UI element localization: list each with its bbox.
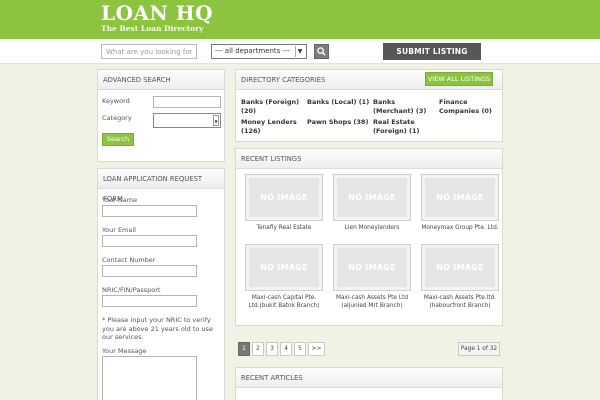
search-input[interactable]	[101, 44, 197, 59]
no-image-placeholder: NO IMAGE	[337, 178, 407, 217]
category-line: Banks (Foreign)	[241, 98, 300, 106]
listing-thumbnail: NO IMAGE	[245, 244, 323, 291]
page-link-2[interactable]: 2	[252, 342, 264, 356]
category-label: Category	[102, 114, 132, 122]
listing-name-line: Ltd.(bukit Batok Branch)	[248, 302, 320, 309]
chevron-down-icon: ▼	[295, 46, 304, 57]
listing-thumbnail: NO IMAGE	[421, 174, 499, 221]
view-all-listings-button[interactable]: VIEW ALL LISTINGS	[425, 72, 493, 86]
recent-articles-panel: RECENT ARTICLES	[235, 367, 503, 400]
keyword-input[interactable]	[153, 96, 221, 108]
site-header: LOAN HQ The Best Loan Directory	[0, 0, 600, 39]
listing-name-line: Tenafly Real Estate	[256, 225, 312, 231]
department-select[interactable]: --- all departments --- ▼	[211, 44, 307, 59]
category-link[interactable]: Finance Companies (0)	[439, 98, 492, 116]
advanced-search-title: ADVANCED SEARCH	[98, 70, 224, 90]
category-link[interactable]: Banks (Merchant) (3)	[373, 98, 426, 116]
category-link[interactable]: Pawn Shops (38)	[307, 118, 368, 127]
listing-name-line: Maxi-cash Capital Pte.	[251, 295, 317, 301]
site-logo[interactable]: LOAN HQ The Best Loan Directory	[101, 2, 213, 34]
page-link-4[interactable]: 4	[280, 342, 292, 356]
listing-thumbnail: NO IMAGE	[245, 174, 323, 221]
no-image-placeholder: NO IMAGE	[425, 178, 495, 217]
listing-card[interactable]: NO IMAGE Lien Moneylenders	[333, 174, 411, 233]
category-select[interactable]: ▼	[153, 113, 221, 128]
loan-application-panel: LOAN APPLICATION REQUEST FORM Your Name …	[97, 168, 225, 400]
nric-input[interactable]	[102, 295, 197, 307]
category-line: (20)	[241, 107, 256, 115]
listing-name-line: (aljunied Mrt Branch)	[341, 302, 403, 309]
listing-name-line: Moneymax Group Pte. Ltd.	[421, 225, 499, 231]
no-image-placeholder: NO IMAGE	[337, 248, 407, 287]
submit-listing-button[interactable]: SUBMIT LISTING	[383, 43, 481, 60]
advanced-search-panel: ADVANCED SEARCH Keyword Category ▼ Searc…	[97, 69, 225, 162]
advanced-search-button[interactable]: Search	[102, 133, 134, 146]
nric-label: NRIC/FIN/Passport	[102, 286, 161, 294]
listing-name: Maxi-cash Capital Pte. Ltd.(bukit Batok B…	[245, 295, 323, 310]
category-line: Real Estate	[373, 118, 415, 126]
listing-card[interactable]: NO IMAGE Maxi-cash Assets Pte.ltd. (habou…	[421, 244, 499, 310]
listing-thumbnail: NO IMAGE	[421, 244, 499, 291]
category-line: (Foreign) (1)	[373, 127, 420, 135]
search-bar: --- all departments --- ▼ SUBMIT LISTING	[0, 39, 600, 64]
page-link-3[interactable]: 3	[266, 342, 278, 356]
nric-note: * Please input your NRIC to verify you a…	[102, 316, 213, 341]
listing-name-line: (habourfront Branch)	[429, 302, 491, 309]
listing-card[interactable]: NO IMAGE Moneymax Group Pte. Ltd.	[421, 174, 499, 233]
no-image-placeholder: NO IMAGE	[425, 248, 495, 287]
category-link[interactable]: Real Estate (Foreign) (1)	[373, 118, 419, 136]
category-line: Pawn Shops (38)	[307, 118, 369, 126]
email-label: Your Email	[102, 226, 136, 234]
name-input[interactable]	[102, 205, 197, 217]
email-input[interactable]	[102, 235, 197, 247]
listing-thumbnail: NO IMAGE	[333, 244, 411, 291]
category-line: Finance	[439, 98, 468, 106]
department-selected-value: --- all departments ---	[215, 47, 291, 55]
logo-title: LOAN HQ	[101, 1, 214, 25]
category-line: Money Lenders	[241, 118, 297, 126]
page-link-1[interactable]: 1	[238, 342, 250, 356]
contact-label: Contact Number	[102, 256, 156, 264]
category-line: Banks (Local) (1)	[307, 98, 370, 106]
category-line: (126)	[241, 127, 261, 135]
recent-listings-panel: RECENT LISTINGS NO IMAGE Tenafly Real Es…	[235, 148, 503, 326]
page-info: Page 1 of 32	[458, 342, 500, 356]
listing-name: Tenafly Real Estate	[245, 225, 323, 233]
listing-name-line: Maxi-cash Assets Pte.ltd.	[423, 295, 497, 301]
magnifier-icon	[317, 47, 326, 56]
listing-card[interactable]: NO IMAGE Maxi-cash Capital Pte. Ltd.(buki…	[245, 244, 323, 310]
category-line: Companies (0)	[439, 107, 492, 115]
listing-name: Maxi-cash Assets Pte Ltd (aljunied Mrt Br…	[333, 295, 411, 310]
listing-card[interactable]: NO IMAGE Tenafly Real Estate	[245, 174, 323, 233]
category-line: Banks	[373, 98, 396, 106]
listing-name: Moneymax Group Pte. Ltd.	[421, 225, 499, 233]
next-page-button[interactable]: >>	[308, 342, 325, 356]
listing-name: Maxi-cash Assets Pte.ltd. (habourfront Br…	[421, 295, 499, 310]
no-image-placeholder: NO IMAGE	[249, 248, 319, 287]
recent-listings-title: RECENT LISTINGS	[236, 149, 502, 169]
loan-form-title: LOAN APPLICATION REQUEST FORM	[98, 169, 224, 203]
listing-name: Lien Moneylenders	[333, 225, 411, 233]
no-image-placeholder: NO IMAGE	[249, 178, 319, 217]
category-link[interactable]: Money Lenders (126)	[241, 118, 297, 136]
category-link[interactable]: Banks (Local) (1)	[307, 98, 369, 107]
category-line: (Merchant) (3)	[373, 107, 427, 115]
directory-categories-panel: DIRECTORY CATEGORIES VIEW ALL LISTINGS B…	[235, 69, 503, 142]
name-label: Your Name	[102, 196, 138, 204]
listing-name-line: Lien Moneylenders	[344, 225, 400, 231]
page-link-5[interactable]: 5	[294, 342, 306, 356]
logo-tagline: The Best Loan Directory	[101, 24, 204, 33]
recent-articles-title: RECENT ARTICLES	[236, 368, 502, 388]
chevron-down-icon: ▼	[213, 115, 219, 126]
listing-name-line: Maxi-cash Assets Pte Ltd	[335, 295, 409, 301]
listing-card[interactable]: NO IMAGE Maxi-cash Assets Pte Ltd (aljuni…	[333, 244, 411, 310]
listing-thumbnail: NO IMAGE	[333, 174, 411, 221]
message-label: Your Message	[102, 347, 147, 355]
contact-input[interactable]	[102, 265, 197, 277]
category-link[interactable]: Banks (Foreign) (20)	[241, 98, 299, 116]
keyword-label: Keyword	[102, 97, 130, 105]
message-textarea[interactable]	[102, 356, 197, 400]
search-button[interactable]	[314, 44, 329, 59]
